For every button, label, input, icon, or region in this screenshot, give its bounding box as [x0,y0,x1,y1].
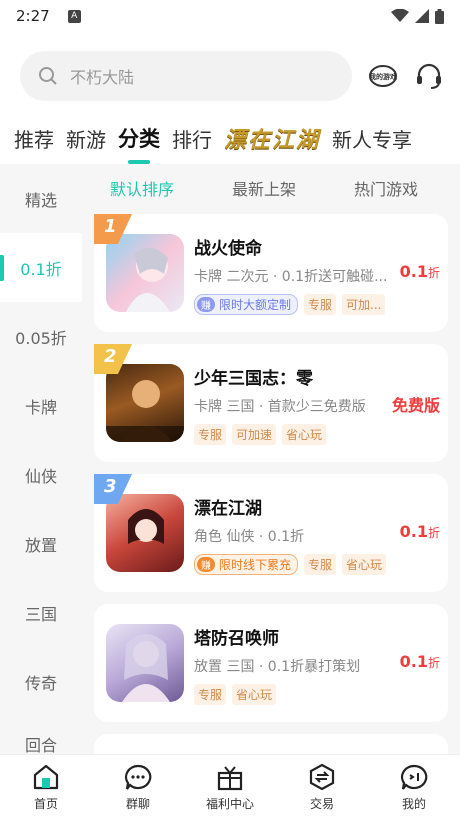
game-tag: 可加... [342,294,386,315]
game-desc: 角色 仙侠 · 0.1折 [194,529,305,545]
category-sidebar: 精选 0.1折 0.05折 卡牌 仙侠 放置 三国 传奇 回合 [0,164,82,754]
promo-badge: 赚 [197,297,215,312]
game-price: 0.1折 [399,522,440,541]
game-cover-image [106,364,184,442]
sidebar-item-idle[interactable]: 放置 [0,509,82,578]
rank-badge: 1 [94,214,132,244]
rank-badge: 2 [94,344,132,374]
game-card[interactable]: 3 漂在江湖 角色 仙侠 · 0.1折 赚限时线下累充 专服 省心玩 0.1折 [94,474,448,592]
nav-home[interactable]: 首页 [0,755,92,819]
nav-welfare-label: 福利中心 [205,796,254,811]
battery-icon [435,8,444,24]
nav-welfare[interactable]: 福利中心 [184,755,276,819]
rank-number: 2 [104,346,117,367]
status-bar: 2:27 A [0,0,460,32]
sidebar-item-0-05-discount[interactable]: 0.05折 [0,302,82,371]
game-tag: 省心玩 [282,424,327,445]
my-games-icon: 我的游戏 [369,65,397,87]
nav-trade[interactable]: 交易 [276,755,368,819]
rank-badge: 3 [94,474,132,504]
bottom-nav: 首页 群聊 福利中心 交易 我的 [0,754,460,819]
game-desc: 卡牌 二次元 · 0.1折送可触碰... [194,269,388,285]
search-input[interactable]: 不朽大陆 [20,51,352,101]
promo-tag: 赚限时大额定制 [194,294,299,315]
my-games-button[interactable]: 我的游戏 [368,61,398,91]
game-card[interactable]: 塔防召唤师 放置 三国 · 0.1折暴打策划 专服 省心玩 0.1折 [94,604,448,722]
game-price: 免费版 [391,396,440,415]
gift-icon [217,765,243,790]
game-card[interactable] [94,734,448,754]
profile-icon [401,764,428,790]
notification-a-icon: A [67,9,81,23]
sort-tab-default[interactable]: 默认排序 [110,176,174,200]
game-card[interactable]: 2 少年三国志：零 卡牌 三国 · 首款少三免费版 专服 可加速 省心玩 免费版 [94,344,448,462]
chat-icon [125,764,152,790]
game-tags: 专服 可加速 省心玩 [194,424,327,445]
nav-home-label: 首页 [33,796,58,811]
search-icon [39,67,57,85]
rank-number: 3 [104,476,117,497]
promo-text: 限时大额定制 [219,298,292,312]
sidebar-item-card[interactable]: 卡牌 [0,371,82,440]
home-icon [33,764,59,789]
sort-tabs: 默认排序 最新上架 热门游戏 [82,164,460,212]
signal-icon [415,9,429,23]
game-tag: 专服 [194,684,227,705]
game-tag: 专服 [304,294,337,315]
game-tag: 专服 [304,554,337,575]
search-placeholder: 不朽大陆 [70,68,135,87]
nav-group-chat[interactable]: 群聊 [92,755,184,819]
sidebar-item-0-1-discount[interactable]: 0.1折 [0,233,82,302]
nav-group-chat-label: 群聊 [125,796,150,811]
search-row: 不朽大陆 我的游戏 [20,48,450,104]
game-price: 0.1折 [399,262,440,281]
top-tabs: 推荐 新游 分类 排行 漂在江湖 新人专享 [14,116,454,160]
game-tag: 可加速 [232,424,277,445]
game-tags: 专服 省心玩 [194,684,277,705]
customer-service-button[interactable] [414,61,444,91]
tab-ranking[interactable]: 排行 [172,124,212,153]
tab-newcomer[interactable]: 新人专享 [332,124,412,153]
promo-text: 限时线下累充 [219,558,292,572]
game-name: 战火使命 [194,239,262,259]
status-time: 2:27 [16,7,50,25]
game-tag: 省心玩 [342,554,387,575]
sidebar-item-legend[interactable]: 传奇 [0,647,82,716]
game-tag: 省心玩 [232,684,277,705]
my-games-label: 我的游戏 [369,72,397,81]
customer-service-icon [417,63,441,89]
nav-mine-label: 我的 [401,796,426,811]
game-cover-image [106,494,184,572]
rank-number: 1 [104,216,117,237]
promo-tag: 赚限时线下累充 [194,554,299,575]
game-tags: 赚限时线下累充 专服 省心玩 [194,554,387,575]
game-cover-image [106,624,184,702]
tab-category[interactable]: 分类 [118,123,160,153]
game-name: 漂在江湖 [194,499,262,519]
nav-trade-label: 交易 [309,796,334,811]
sidebar-item-turn-based[interactable]: 回合 [0,716,82,754]
game-desc: 卡牌 三国 · 首款少三免费版 [194,399,366,415]
game-tags: 赚限时大额定制 专服 可加... [194,294,386,315]
game-name: 塔防召唤师 [194,629,279,649]
game-desc: 放置 三国 · 0.1折暴打策划 [194,659,361,675]
promo-badge: 赚 [197,557,215,572]
sort-tab-newest[interactable]: 最新上架 [232,176,296,200]
tab-recommend[interactable]: 推荐 [14,124,54,153]
sidebar-item-featured[interactable]: 精选 [0,164,82,233]
game-price: 0.1折 [399,652,440,671]
tab-new-games[interactable]: 新游 [66,124,106,153]
game-tag: 专服 [194,424,227,445]
game-name: 少年三国志：零 [194,369,313,389]
game-list-panel: 默认排序 最新上架 热门游戏 1 战火使命 卡牌 二次元 · 0.1折送可触碰.… [82,164,460,754]
sidebar-item-xianxia[interactable]: 仙侠 [0,440,82,509]
sidebar-item-three-kingdoms[interactable]: 三国 [0,578,82,647]
wifi-icon [391,9,409,22]
game-card[interactable]: 1 战火使命 卡牌 二次元 · 0.1折送可触碰... 赚限时大额定制 专服 可… [94,214,448,332]
sort-tab-hot[interactable]: 热门游戏 [354,176,418,200]
game-cover-image [106,234,184,312]
trade-icon [309,763,335,790]
nav-mine[interactable]: 我的 [368,755,460,819]
tab-piao-zai-jiang-hu[interactable]: 漂在江湖 [224,122,320,154]
